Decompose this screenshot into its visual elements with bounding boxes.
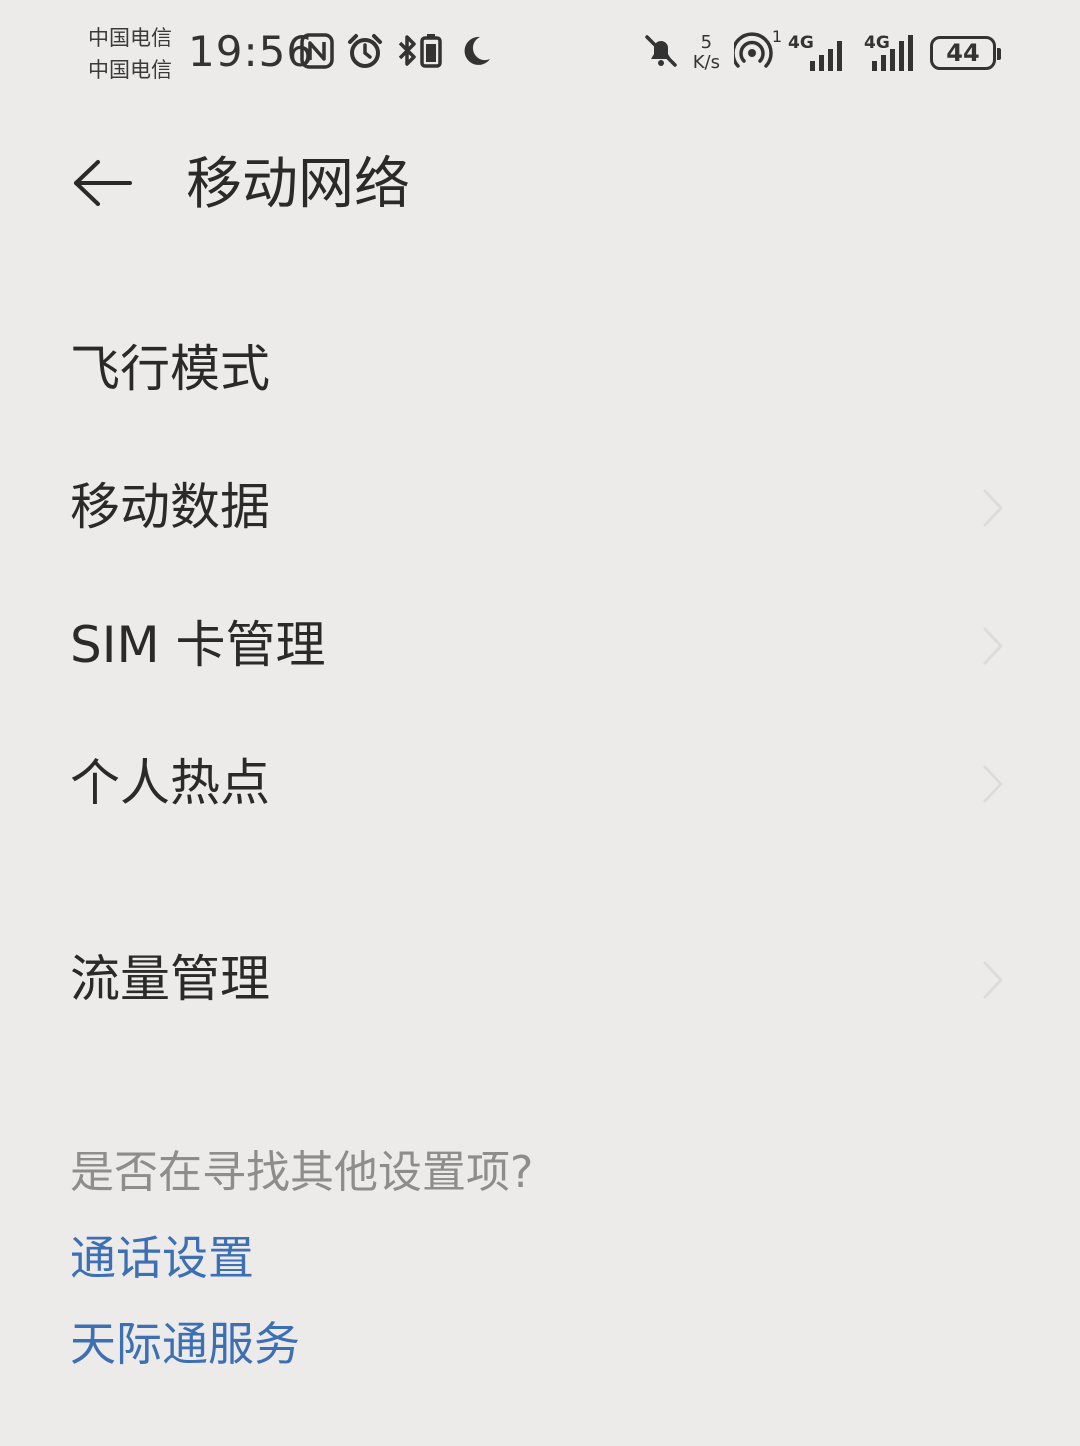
signal-icon: 4G bbox=[864, 33, 916, 73]
back-button[interactable] bbox=[68, 152, 138, 218]
data-usage-item[interactable]: 流量管理 bbox=[0, 910, 1080, 1048]
hotspot-count: 1 bbox=[771, 27, 782, 46]
carrier-2-label: 中国电信 bbox=[88, 58, 172, 82]
airplane-mode-item[interactable]: 飞行模式 bbox=[0, 300, 1080, 438]
nfc-icon bbox=[300, 33, 334, 73]
chevron-right-icon bbox=[982, 764, 1004, 804]
personal-hotspot-label: 个人热点 bbox=[70, 754, 270, 812]
back-arrow-icon bbox=[72, 158, 134, 212]
bluetooth-icon bbox=[396, 32, 446, 74]
skytone-service-link[interactable]: 天际通服务 bbox=[70, 1314, 300, 1374]
status-clock: 19:56 bbox=[188, 27, 315, 76]
call-settings-link[interactable]: 通话设置 bbox=[70, 1228, 254, 1288]
personal-hotspot-item[interactable]: 个人热点 bbox=[0, 714, 1080, 852]
net-speed-value: 5 bbox=[700, 32, 713, 53]
page-title: 移动网络 bbox=[186, 152, 410, 217]
status-bar: 中国电信 中国电信 19:56 5 K/s 1 4G 4G 44 bbox=[0, 0, 1080, 100]
status-left-icons bbox=[300, 30, 492, 76]
app-header: 移动网络 bbox=[0, 130, 1080, 240]
status-right-icons: 5 K/s 1 4G 4G 44 bbox=[643, 27, 1001, 78]
chevron-right-icon bbox=[982, 960, 1004, 1000]
battery-icon: 44 bbox=[930, 36, 1001, 70]
sim-management-item[interactable]: SIM 卡管理 bbox=[0, 576, 1080, 714]
sim2-network-label: 4G bbox=[864, 33, 890, 53]
net-speed: 5 K/s bbox=[693, 33, 720, 73]
net-speed-unit: K/s bbox=[692, 52, 720, 73]
moon-icon bbox=[458, 33, 492, 73]
chevron-right-icon bbox=[982, 626, 1004, 666]
sim1-network-label: 4G bbox=[788, 33, 814, 53]
signal-icon: 4G bbox=[788, 33, 850, 73]
alarm-icon bbox=[346, 32, 384, 74]
battery-level: 44 bbox=[946, 39, 980, 67]
data-usage-label: 流量管理 bbox=[70, 950, 270, 1008]
carrier-1-label: 中国电信 bbox=[88, 26, 172, 50]
sim-management-label: SIM 卡管理 bbox=[70, 616, 326, 674]
mute-bell-icon bbox=[643, 33, 679, 73]
carrier-labels: 中国电信 中国电信 bbox=[88, 22, 172, 86]
airplane-mode-label: 飞行模式 bbox=[70, 340, 270, 398]
chevron-right-icon bbox=[982, 488, 1004, 528]
suggestions-title: 是否在寻找其他设置项? bbox=[70, 1147, 534, 1198]
hotspot-icon: 1 bbox=[731, 27, 782, 75]
mobile-data-label: 移动数据 bbox=[70, 478, 270, 536]
mobile-data-item[interactable]: 移动数据 bbox=[0, 438, 1080, 576]
